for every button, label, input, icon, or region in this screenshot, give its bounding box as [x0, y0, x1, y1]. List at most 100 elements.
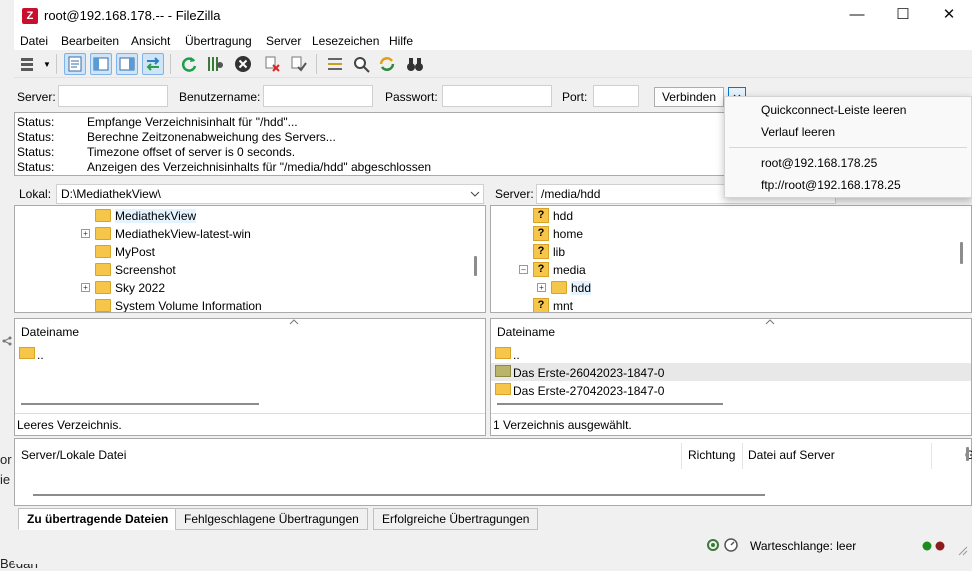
tab-failed-transfers[interactable]: Fehlgeschlagene Übertragungen — [175, 508, 368, 530]
menu-item-clear-quickconnect[interactable]: Quickconnect-Leiste leeren — [761, 103, 906, 117]
expand-icon[interactable]: + — [537, 283, 546, 292]
window-title: root@192.168.178.-- - FileZilla — [44, 8, 221, 23]
disconnect-button[interactable] — [262, 53, 284, 75]
username-input[interactable] — [263, 85, 373, 107]
column-header-filename[interactable]: Dateiname — [21, 325, 79, 339]
collapse-icon[interactable]: – — [519, 265, 528, 274]
scrollbar[interactable] — [497, 403, 723, 405]
site-manager-button[interactable] — [18, 53, 40, 75]
remote-tree[interactable]: ? hdd ? home ? lib – ? media + hdd ? mnt — [490, 205, 972, 313]
server-input[interactable] — [58, 85, 168, 107]
expand-icon[interactable]: + — [81, 229, 90, 238]
file-row[interactable]: Das Erste-27042023-1847-0 — [491, 381, 971, 395]
toggle-remote-tree-button[interactable] — [116, 53, 138, 75]
close-button[interactable]: ✕ — [926, 0, 972, 32]
scrollbar[interactable] — [960, 242, 963, 264]
sort-ascending-icon — [289, 319, 299, 325]
toggle-queue-button[interactable] — [142, 53, 164, 75]
menu-ansicht[interactable]: Ansicht — [131, 34, 170, 48]
menu-bearbeiten[interactable]: Bearbeiten — [61, 34, 119, 48]
chevron-down-icon[interactable] — [470, 189, 480, 199]
folder-icon — [495, 383, 511, 395]
chevron-down-icon[interactable]: ▼ — [43, 60, 51, 69]
menu-item-clear-history[interactable]: Verlauf leeren — [761, 125, 835, 139]
menu-uebertragung[interactable]: Übertragung — [185, 34, 252, 48]
menu-hilfe[interactable]: Hilfe — [389, 34, 413, 48]
file-row[interactable]: Das Erste-26042023-1847-0 — [491, 363, 971, 381]
process-queue-button[interactable] — [204, 53, 226, 75]
refresh-button[interactable] — [178, 53, 200, 75]
folder-icon — [95, 299, 111, 312]
menu-datei[interactable]: Datei — [20, 34, 48, 48]
folder-icon — [95, 245, 111, 258]
reconnect-button[interactable] — [288, 53, 310, 75]
scrollbar[interactable] — [33, 494, 765, 496]
local-path-input[interactable]: D:\MediathekView\ — [56, 184, 484, 204]
sort-ascending-icon — [765, 319, 775, 325]
find-files-button[interactable] — [404, 53, 426, 75]
unknown-folder-icon: ? — [533, 208, 549, 223]
tree-item[interactable]: ? mnt — [491, 297, 961, 312]
local-file-list[interactable]: Dateiname .. Leeres Verzeichnis. — [14, 318, 486, 436]
resize-grip-icon[interactable] — [958, 546, 968, 556]
port-label: Port: — [562, 90, 588, 104]
remote-file-list[interactable]: Dateiname .. Das Erste-26042023-1847-0 D… — [490, 318, 972, 436]
quickconnect-history-menu: Quickconnect-Leiste leeren Verlauf leere… — [724, 96, 972, 198]
disconnect-icon — [265, 56, 280, 72]
maximize-button[interactable]: ☐ — [880, 0, 926, 32]
file-row[interactable]: .. — [491, 345, 971, 363]
tree-item[interactable]: MyPost — [15, 243, 475, 261]
background-text: or — [0, 452, 12, 467]
minimize-button[interactable]: — — [834, 0, 880, 32]
sync-browsing-button[interactable] — [376, 53, 398, 75]
log-entry: Status: Empfange Verzeichnisinhalt für "/… — [17, 115, 298, 129]
activity-lights-icon — [922, 541, 945, 551]
filezilla-logo-icon: Z — [22, 8, 38, 24]
password-input[interactable] — [442, 85, 552, 107]
tree-item[interactable]: Screenshot — [15, 261, 475, 279]
tree-item[interactable]: ? home — [491, 225, 961, 243]
column-header-server-local-file[interactable]: Server/Lokale Datei — [21, 448, 126, 462]
column-header-filename[interactable]: Dateiname — [497, 325, 555, 339]
file-row[interactable]: .. — [15, 345, 485, 363]
menu-lesezeichen[interactable]: Lesezeichen — [312, 34, 379, 48]
column-header-direction[interactable]: Richtung — [688, 448, 735, 462]
tab-successful-transfers[interactable]: Erfolgreiche Übertragungen — [373, 508, 539, 530]
tab-queued-files[interactable]: Zu übertragende Dateien — [18, 508, 178, 530]
tree-item[interactable]: + hdd — [491, 279, 961, 297]
toggle-local-tree-button[interactable] — [90, 53, 112, 75]
background-window-strip: or ie Bedarf — [0, 0, 38, 571]
expand-icon[interactable]: + — [81, 283, 90, 292]
tree-item[interactable]: + Sky 2022 — [15, 279, 475, 297]
menu-server[interactable]: Server — [266, 34, 301, 48]
tree-item[interactable]: MediathekView — [15, 207, 475, 225]
scrollbar[interactable] — [474, 256, 477, 276]
folder-icon — [95, 281, 111, 294]
username-label: Benutzername: — [179, 90, 261, 104]
port-input[interactable] — [593, 85, 639, 107]
scrollbar[interactable] — [21, 403, 259, 405]
password-label: Passwort: — [385, 90, 438, 104]
gear-icon[interactable] — [706, 538, 720, 552]
directory-listing-filters-button[interactable] — [324, 53, 346, 75]
column-header-remote-file[interactable]: Datei auf Server — [748, 448, 835, 462]
transfer-queue[interactable]: Server/Lokale Datei Richtung Datei auf S… — [14, 438, 972, 506]
log-entry: Status: Timezone offset of server is 0 se… — [17, 145, 296, 159]
local-tree[interactable]: MediathekView + MediathekView-latest-win… — [14, 205, 486, 313]
connect-button[interactable]: Verbinden — [654, 87, 724, 107]
process-queue-icon — [208, 57, 223, 71]
scrollbar[interactable] — [966, 447, 969, 461]
speed-limit-icon[interactable] — [724, 538, 738, 552]
tree-item[interactable]: ? lib — [491, 243, 961, 261]
toggle-log-button[interactable] — [64, 53, 86, 75]
tree-item[interactable]: System Volume Information — [15, 297, 475, 312]
search-remote-files-button[interactable] — [350, 53, 372, 75]
menu-item-history-entry[interactable]: ftp://root@192.168.178.25 — [761, 178, 901, 192]
menu-item-history-entry[interactable]: root@192.168.178.25 — [761, 156, 877, 170]
remote-tree-icon — [119, 57, 135, 71]
transfer-queue-icon — [146, 57, 160, 71]
tree-item[interactable]: – ? media — [491, 261, 961, 279]
tree-item[interactable]: + MediathekView-latest-win — [15, 225, 475, 243]
cancel-operation-button[interactable] — [232, 53, 254, 75]
tree-item[interactable]: ? hdd — [491, 207, 961, 225]
